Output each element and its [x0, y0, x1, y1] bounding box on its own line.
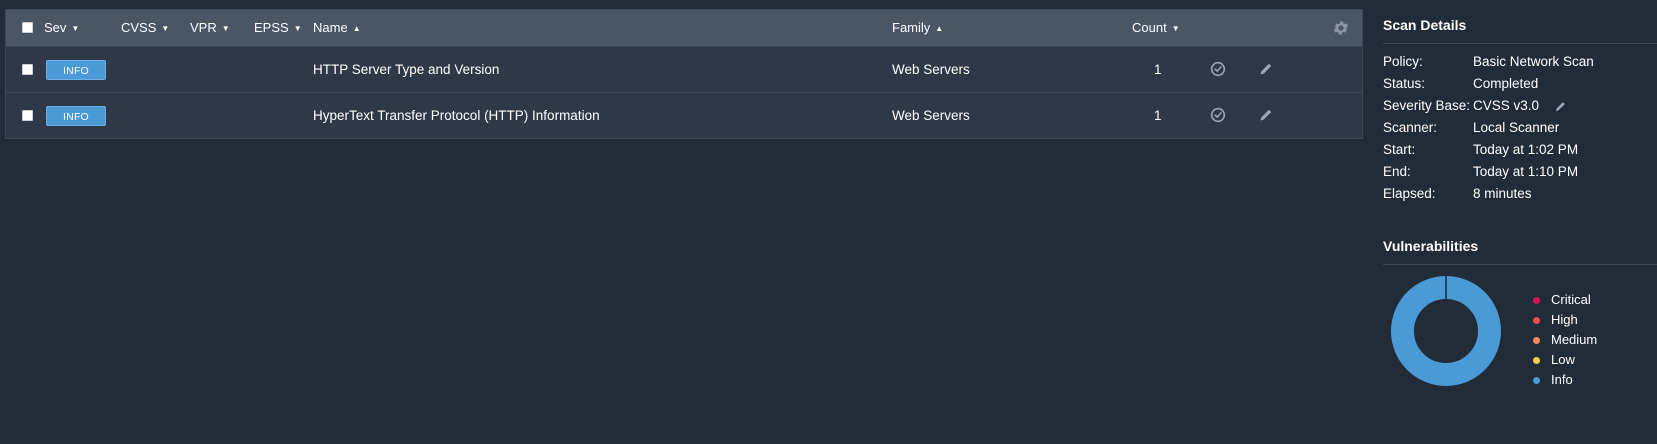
detail-label: Status: [1383, 76, 1426, 91]
plugin-count: 1 [1154, 62, 1162, 77]
column-label: EPSS [254, 20, 289, 35]
column-header-cvss[interactable]: CVSS ▼ [121, 10, 169, 46]
plugin-family: Web Servers [892, 62, 970, 77]
severity-badge: INFO [46, 106, 106, 126]
detail-value: CVSS v3.0 [1473, 98, 1540, 113]
column-label: CVSS [121, 20, 157, 35]
scan-details-panel: Scan Details Policy: Basic Network Scan … [1383, 0, 1657, 444]
divider [1383, 43, 1657, 44]
column-header-count[interactable]: Count ▼ [1132, 10, 1180, 46]
legend-item-low[interactable]: Low [1533, 350, 1597, 370]
sort-down-icon: ▼ [1171, 24, 1180, 33]
detail-value: Completed [1473, 76, 1539, 91]
detail-label: Scanner: [1383, 120, 1438, 135]
clock-check-icon[interactable] [1209, 60, 1227, 78]
detail-label: Elapsed: [1383, 186, 1436, 201]
row-checkbox[interactable] [22, 110, 33, 121]
donut-slice-info[interactable] [1391, 276, 1501, 386]
legend-dot [1533, 317, 1540, 324]
legend-dot [1533, 297, 1540, 304]
legend-item-critical[interactable]: Critical [1533, 290, 1597, 310]
plugin-count: 1 [1154, 108, 1162, 123]
legend-label: High [1551, 312, 1578, 327]
column-label: Sev [44, 20, 67, 35]
divider [1383, 264, 1657, 265]
detail-value: 8 minutes [1473, 186, 1532, 201]
table-header: Sev ▼ CVSS ▼ VPR ▼ EPSS ▼ Name ▲ Family ▲ Coun… [6, 10, 1362, 46]
detail-label: Start: [1383, 142, 1416, 157]
legend-label: Low [1551, 352, 1575, 367]
sort-down-icon: ▼ [293, 24, 302, 33]
legend-item-high[interactable]: High [1533, 310, 1597, 330]
plugin-family: Web Servers [892, 108, 970, 123]
legend-label: Medium [1551, 332, 1598, 347]
column-label: VPR [190, 20, 217, 35]
sort-up-icon: ▲ [935, 24, 944, 33]
legend-dot [1533, 377, 1540, 384]
sort-down-icon: ▼ [221, 24, 230, 33]
column-label: Family [892, 20, 931, 35]
vulnerabilities-table: Sev ▼ CVSS ▼ VPR ▼ EPSS ▼ Name ▲ Family ▲ Coun… [5, 9, 1363, 139]
table-row[interactable]: INFO HTTP Server Type and Version Web Se… [6, 46, 1362, 92]
legend-item-info[interactable]: Info [1533, 370, 1597, 390]
column-header-family[interactable]: Family ▲ [892, 10, 943, 46]
severity-badge: INFO [46, 60, 106, 80]
plugin-name[interactable]: HTTP Server Type and Version [313, 47, 499, 92]
sort-down-icon: ▼ [71, 24, 80, 33]
column-header-name[interactable]: Name ▲ [313, 10, 361, 46]
pencil-icon[interactable] [1553, 99, 1568, 114]
legend-dot [1533, 357, 1540, 364]
gear-icon[interactable] [1332, 19, 1350, 37]
legend-item-medium[interactable]: Medium [1533, 330, 1597, 350]
detail-label: Policy: [1383, 54, 1423, 69]
clock-check-icon[interactable] [1209, 106, 1227, 124]
vulnerabilities-donut-chart[interactable] [1389, 274, 1503, 388]
row-checkbox[interactable] [22, 64, 33, 75]
legend-label: Critical [1551, 292, 1591, 307]
scan-details-title: Scan Details [1383, 17, 1467, 33]
detail-label: Severity Base: [1383, 98, 1471, 113]
select-all-checkbox[interactable] [22, 22, 33, 33]
plugin-name[interactable]: HyperText Transfer Protocol (HTTP) Infor… [313, 93, 600, 138]
detail-value: Today at 1:10 PM [1473, 164, 1579, 179]
detail-value: Local Scanner [1473, 120, 1560, 135]
sort-down-icon: ▼ [161, 24, 170, 33]
column-header-epss[interactable]: EPSS ▼ [254, 10, 302, 46]
legend-label: Info [1551, 372, 1573, 387]
column-header-sev[interactable]: Sev ▼ [44, 10, 79, 46]
table-row[interactable]: INFO HyperText Transfer Protocol (HTTP) … [6, 92, 1362, 138]
vulnerabilities-legend: Critical High Medium Low Info [1533, 290, 1597, 390]
column-header-vpr[interactable]: VPR ▼ [190, 10, 230, 46]
pencil-icon[interactable] [1257, 60, 1275, 78]
detail-label: End: [1383, 164, 1411, 179]
column-label: Name [313, 20, 348, 35]
column-label: Count [1132, 20, 1167, 35]
detail-value: Today at 1:02 PM [1473, 142, 1579, 157]
vulnerabilities-title: Vulnerabilities [1383, 238, 1479, 254]
legend-dot [1533, 337, 1540, 344]
sort-up-icon: ▲ [352, 24, 361, 33]
pencil-icon[interactable] [1257, 106, 1275, 124]
detail-value: Basic Network Scan [1473, 54, 1594, 69]
